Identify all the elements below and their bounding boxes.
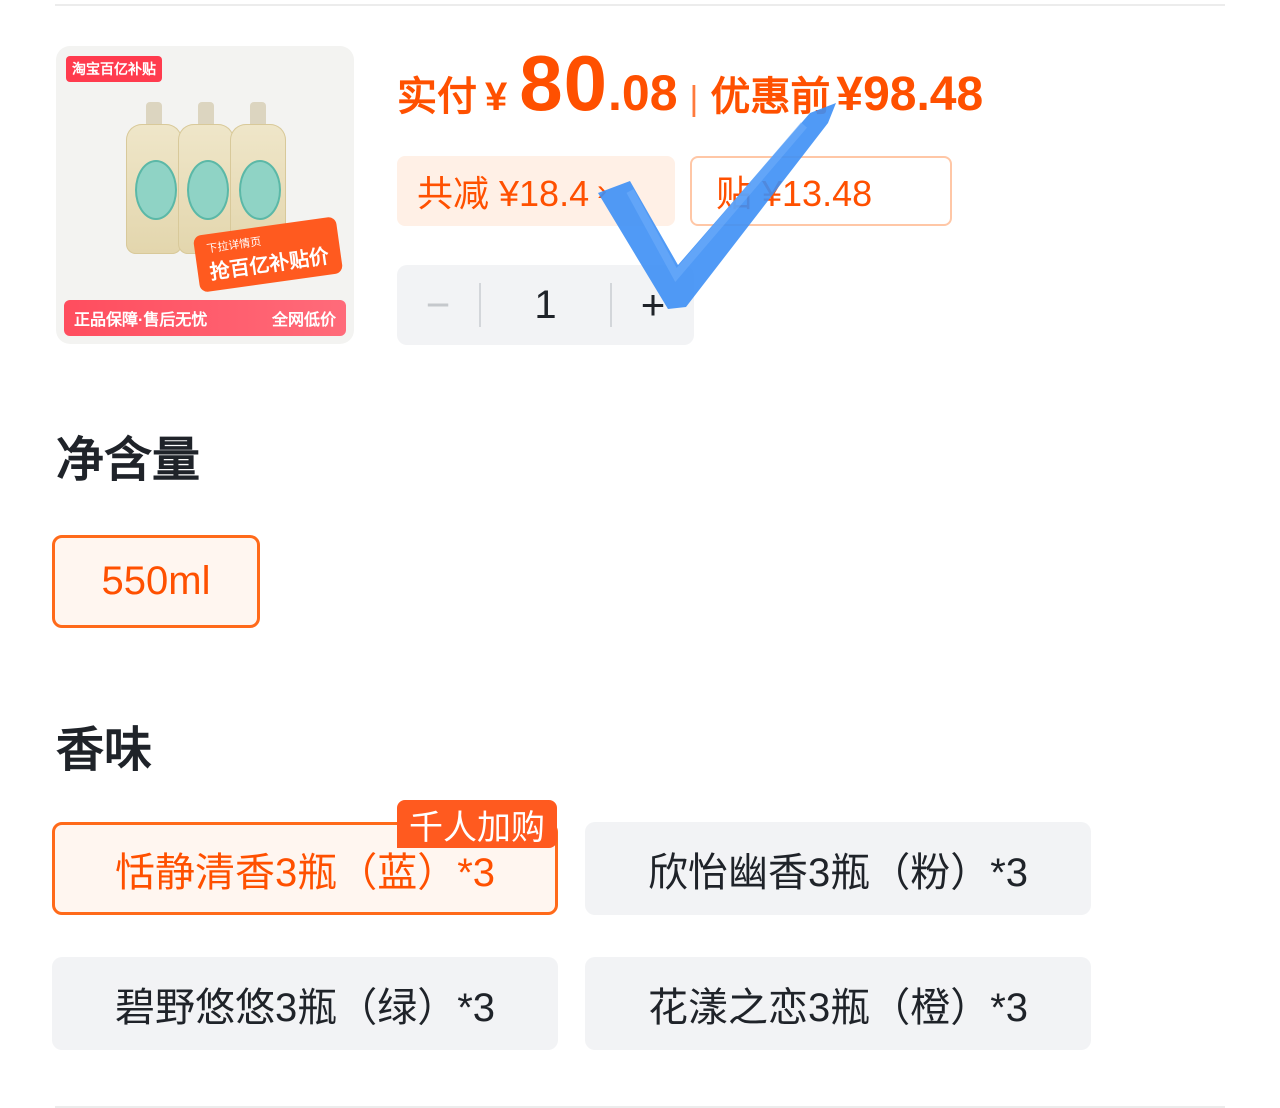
price-label: 实付 (397, 75, 477, 119)
chevron-right-icon: › (597, 174, 608, 207)
product-image[interactable]: 淘宝百亿补贴 下拉详情页 抢百亿补贴价 正品保障·售后无忧 全网低价 (56, 46, 354, 344)
top-divider (55, 4, 1225, 6)
subsidy-chip[interactable]: 贴 ¥13.48 (690, 156, 952, 226)
image-bottom-right: 全网低价 (271, 312, 336, 329)
original-price-label: 优惠前 (710, 75, 831, 119)
scent-option-pink[interactable]: 欣怡幽香3瓶（粉）*3 (585, 822, 1091, 915)
scent-option-green[interactable]: 碧野悠悠3瓶（绿）*3 (52, 957, 558, 1050)
quantity-value[interactable]: 1 (481, 283, 610, 328)
volume-option-550ml[interactable]: 550ml (52, 535, 260, 628)
price-decimal: .08 (608, 65, 678, 121)
subsidy-text: 贴 ¥13.48 (716, 173, 873, 214)
image-bottom-left: 正品保障·售后无忧 (74, 312, 208, 329)
image-tag: 淘宝百亿补贴 (66, 56, 162, 82)
quantity-stepper: − 1 + (397, 265, 694, 345)
price-row: 实付 ¥ 80 .08 | 优惠前 ¥98.48 (397, 38, 983, 128)
original-price-value: ¥98.48 (836, 68, 984, 121)
scent-title: 香味 (56, 724, 153, 777)
price-separator: | (689, 80, 699, 118)
volume-title: 净含量 (56, 434, 201, 487)
decrement-button[interactable]: − (397, 265, 479, 345)
price-integer: 80 (519, 39, 609, 127)
popular-badge: 千人加购 (397, 800, 557, 848)
increment-button[interactable]: + (612, 265, 694, 345)
bottle-icon (126, 102, 182, 254)
total-discount-text: 共减 ¥18.4 (417, 173, 590, 214)
price-currency: ¥ (485, 75, 508, 119)
total-discount-chip[interactable]: 共减 ¥18.4 › (397, 156, 675, 226)
scent-option-orange[interactable]: 花漾之恋3瓶（橙）*3 (585, 957, 1091, 1050)
image-bottom-bar: 正品保障·售后无忧 全网低价 (64, 300, 346, 336)
